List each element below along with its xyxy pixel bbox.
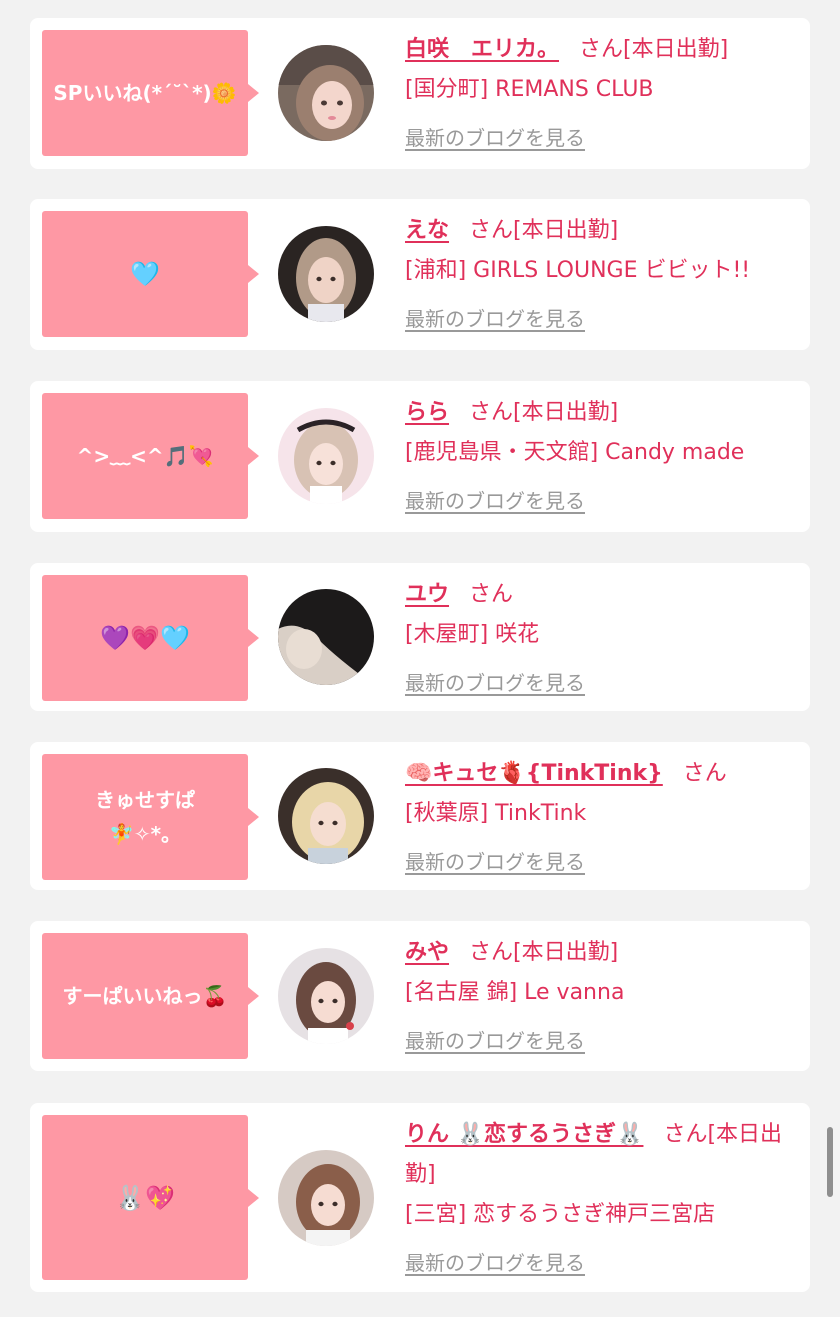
store-name: [三宮] 恋するうさぎ神戸三宮店	[405, 1202, 716, 1227]
avatar[interactable]	[278, 768, 374, 864]
honorific: さん	[579, 37, 624, 62]
cast-name-link[interactable]: えな	[405, 218, 449, 243]
like-message-bubble: きゅせすぱ 🧚✧*。	[42, 754, 259, 880]
latest-blog-link[interactable]: 最新のブログを見る	[405, 1243, 585, 1283]
like-card: 💜💗🩵 ユウ さん [木屋町] 咲花 最新のブログを見る	[30, 563, 810, 711]
store-name: [鹿児島県・天文館] Candy made	[405, 440, 745, 465]
like-message-text: 💜💗🩵	[100, 624, 190, 652]
attendance-status: [本日出勤]	[513, 940, 619, 965]
cast-info: らら さん[本日出勤] [鹿児島県・天文館] Candy made 最新のブログを…	[405, 393, 800, 521]
like-message-text: ^>﹏<^🎵💘	[76, 444, 214, 468]
store-name: [秋葉原] TinkTink	[405, 801, 587, 826]
like-message-bubble: SPいいね(*´˘`*)🌼	[42, 30, 259, 156]
like-card: 🐰💖 りん 🐰恋するうさぎ🐰さん[本日出勤] [三宮] 恋するうさぎ神戸三宮店	[30, 1103, 810, 1292]
honorific: さん	[469, 582, 514, 607]
name-line: えな さん[本日出勤]	[405, 211, 800, 251]
like-message-bubble: ^>﹏<^🎵💘	[42, 393, 259, 519]
avatar-photo	[278, 1150, 374, 1246]
like-card: ^>﹏<^🎵💘 ららさん[本日出勤] [鹿児島県・天文館] Candy mad	[30, 381, 810, 532]
avatar-photo	[278, 408, 374, 504]
name-line: みや さん[本日出勤]	[405, 933, 800, 973]
like-card: すーぱいいねっ🍒 みや さん[本日出勤] [名古屋 錦] Le vanna 最新…	[30, 921, 810, 1071]
like-message-bubble: 🐰💖	[42, 1115, 259, 1280]
name-line: 🧠キュセ🫀{TinkTink} さん	[405, 754, 800, 794]
avatar[interactable]	[278, 408, 374, 504]
store-name: [木屋町] 咲花	[405, 622, 540, 647]
cast-info: ユウ さん [木屋町] 咲花 最新のブログを見る	[405, 575, 800, 703]
latest-blog-link[interactable]: 最新のブログを見る	[405, 1021, 585, 1061]
cast-info: えな さん[本日出勤] [浦和] GIRLS LOUNGE ビビット!! 最新のブ…	[405, 211, 800, 339]
avatar[interactable]	[278, 226, 374, 322]
cast-name-link[interactable]: りん 🐰恋するうさぎ🐰	[405, 1122, 643, 1147]
honorific: さん	[469, 400, 514, 425]
cast-name-link[interactable]: 🧠キュセ🫀{TinkTink}	[405, 761, 663, 786]
latest-blog-link[interactable]: 最新のブログを見る	[405, 842, 585, 882]
store-name: [国分町] REMANS CLUB	[405, 77, 654, 102]
like-card: 🩵 えな さん[本日出勤] [浦和] GIRLS LOUNGE ビビット!! 最新…	[30, 199, 810, 350]
scrollbar[interactable]	[827, 1127, 833, 1197]
like-message-text: すーぱいいねっ🍒	[62, 984, 228, 1008]
store-name: [名古屋 錦] Le vanna	[405, 980, 625, 1005]
honorific: さん	[469, 218, 514, 243]
page: SPいいね(*´˘`*)🌼 白咲 エリカ。 さん[本日出勤] [国分町] REMA	[0, 0, 840, 1317]
cast-info: 白咲 エリカ。 さん[本日出勤] [国分町] REMANS CLUB 最新のブログ…	[405, 30, 800, 158]
attendance-status: [本日出勤]	[513, 400, 619, 425]
avatar-photo	[278, 948, 374, 1044]
store-name: [浦和] GIRLS LOUNGE ビビット!!	[405, 258, 751, 283]
honorific: さん	[469, 940, 514, 965]
name-line: らら さん[本日出勤]	[405, 393, 800, 433]
avatar-photo	[278, 226, 374, 322]
cast-info: みや さん[本日出勤] [名古屋 錦] Le vanna 最新のブログを見る	[405, 933, 800, 1061]
latest-blog-link[interactable]: 最新のブログを見る	[405, 118, 585, 158]
attendance-status: [本日出勤]	[623, 37, 729, 62]
cast-info: りん 🐰恋するうさぎ🐰 さん[本日出勤] [三宮] 恋するうさぎ神戸三宮店 最新の…	[405, 1115, 800, 1283]
cast-name-link[interactable]: みや	[405, 940, 449, 965]
avatar[interactable]	[278, 45, 374, 141]
like-message-text: きゅせすぱ 🧚✧*。	[95, 783, 195, 851]
like-message-bubble: すーぱいいねっ🍒	[42, 933, 259, 1059]
avatar-photo	[278, 589, 374, 685]
like-message-text: 🐰💖	[115, 1183, 175, 1212]
name-line: ユウ さん	[405, 575, 800, 615]
like-message-line: 🧚✧*。	[108, 822, 182, 846]
avatar[interactable]	[278, 1150, 374, 1246]
like-message-bubble: 🩵	[42, 211, 259, 337]
honorific: さん	[682, 761, 727, 786]
cast-name-link[interactable]: らら	[405, 400, 449, 425]
avatar[interactable]	[278, 589, 374, 685]
cast-info: 🧠キュセ🫀{TinkTink} さん [秋葉原] TinkTink 最新のブログを…	[405, 754, 800, 882]
like-message-bubble: 💜💗🩵	[42, 575, 259, 701]
avatar-photo	[278, 45, 374, 141]
like-message-text: 🩵	[130, 260, 160, 288]
like-card: SPいいね(*´˘`*)🌼 白咲 エリカ。 さん[本日出勤] [国分町] REMA	[30, 18, 810, 169]
latest-blog-link[interactable]: 最新のブログを見る	[405, 481, 585, 521]
honorific: さん	[663, 1122, 708, 1147]
like-message-text: SPいいね(*´˘`*)🌼	[53, 81, 237, 105]
latest-blog-link[interactable]: 最新のブログを見る	[405, 663, 585, 703]
avatar-photo	[278, 768, 374, 864]
cast-name-link[interactable]: 白咲 エリカ。	[405, 37, 559, 62]
cast-name-link[interactable]: ユウ	[405, 582, 449, 607]
name-line: 白咲 エリカ。 さん[本日出勤]	[405, 30, 800, 70]
like-message-line: きゅせすぱ	[95, 788, 195, 812]
avatar[interactable]	[278, 948, 374, 1044]
like-card: きゅせすぱ 🧚✧*。 🧠キュセ🫀{TinkTink} さん [秋葉原] Tink…	[30, 742, 810, 890]
attendance-status: [本日出勤]	[513, 218, 619, 243]
name-line: りん 🐰恋するうさぎ🐰 さん[本日出勤]	[405, 1115, 800, 1195]
latest-blog-link[interactable]: 最新のブログを見る	[405, 299, 585, 339]
